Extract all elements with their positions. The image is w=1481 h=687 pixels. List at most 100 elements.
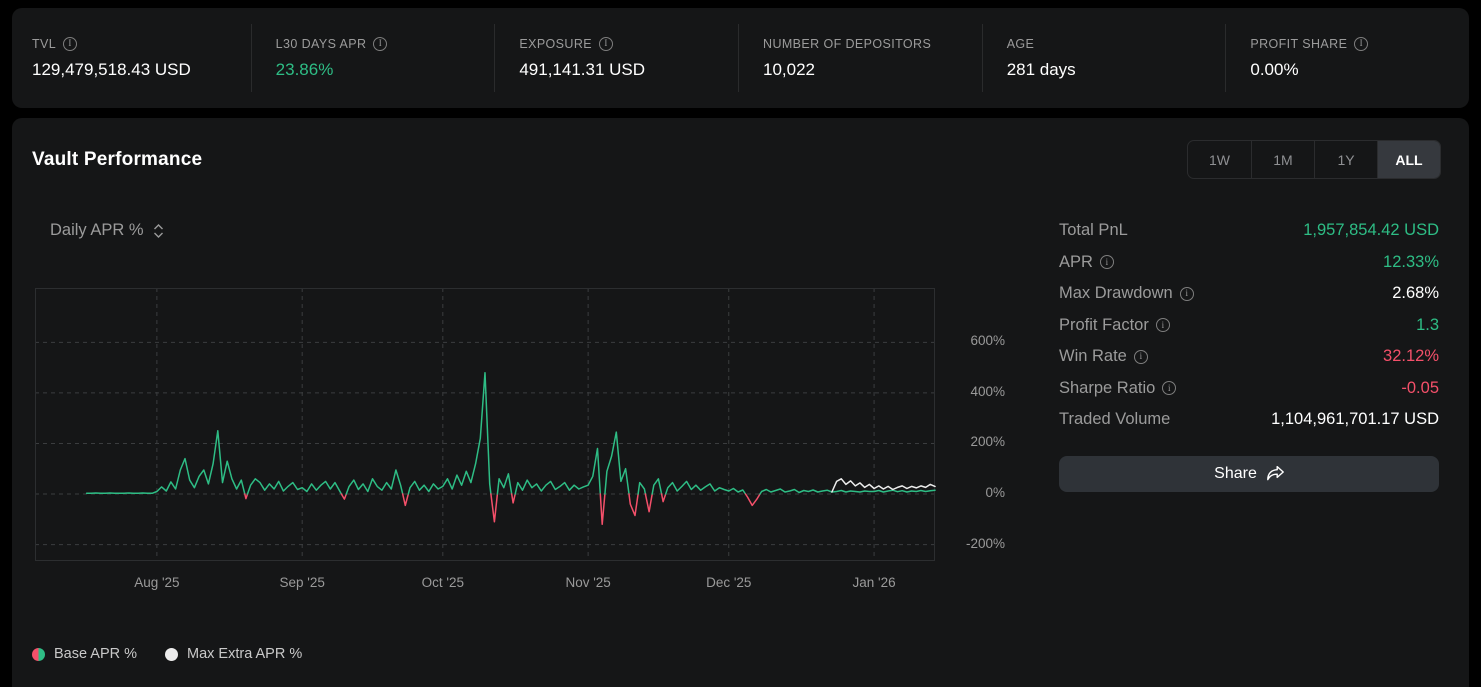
stat-row-label-wrap: Total PnL — [1059, 221, 1128, 240]
side-stats-rows: Total PnL 1,957,854.42 USD APR 12.33% Max Dr… — [1059, 215, 1439, 436]
range-button-1w[interactable]: 1W — [1188, 141, 1251, 178]
chart-wrap: 600% 400% 200% 0% -200% Aug '25 Sep '25 Oct '2… — [35, 288, 1035, 600]
vault-performance-panel: Vault Performance 1W1M1YALL Daily APR % … — [12, 118, 1469, 687]
performance-header: Vault Performance 1W1M1YALL — [32, 140, 1449, 179]
stat-label-row: L30 DAYS APR — [276, 37, 495, 51]
info-icon[interactable] — [1354, 37, 1368, 51]
legend-label: Max Extra APR % — [187, 646, 302, 662]
stat-row-label: Profit Factor — [1059, 316, 1149, 335]
info-icon[interactable] — [373, 37, 387, 51]
chart-legend: Base APR % Max Extra APR % — [32, 646, 1037, 662]
side-stats-panel: Total PnL 1,957,854.42 USD APR 12.33% Max Dr… — [1059, 215, 1449, 662]
y-tick-label: 600% — [935, 333, 1005, 348]
stat-row-traded-volume: Traded Volume 1,104,961,701.17 USD — [1059, 404, 1439, 436]
stat-number-of-depositors: NUMBER OF DEPOSITORS 10,022 — [738, 24, 982, 92]
stat-exposure: EXPOSURE 491,141.31 USD — [494, 24, 738, 92]
x-tick-label: Jan '26 — [853, 575, 896, 590]
x-tick-label: Nov '25 — [565, 575, 610, 590]
apr-chart[interactable] — [35, 288, 935, 561]
stat-value: 129,479,518.43 USD — [32, 60, 251, 80]
legend-label: Base APR % — [54, 646, 137, 662]
stat-profit-share: PROFIT SHARE 0.00% — [1225, 24, 1469, 92]
stat-row-value: 1,104,961,701.17 USD — [1271, 410, 1439, 429]
stat-row-apr: APR 12.33% — [1059, 247, 1439, 279]
range-button-all[interactable]: ALL — [1377, 141, 1440, 178]
x-tick-label: Dec '25 — [706, 575, 751, 590]
stat-row-value: 32.12% — [1383, 347, 1439, 366]
metric-selector-label: Daily APR % — [50, 221, 144, 240]
stat-row-value: 2.68% — [1392, 284, 1439, 303]
stat-row-label: APR — [1059, 253, 1093, 272]
y-tick-label: -200% — [935, 536, 1005, 551]
stat-row-label: Traded Volume — [1059, 410, 1170, 429]
stat-row-value: 1.3 — [1416, 316, 1439, 335]
chart-column: Daily APR % 600% 400% 200% 0% -200% Aug '25 S… — [32, 203, 1037, 662]
legend-item-base-apr-[interactable]: Base APR % — [32, 646, 137, 662]
info-icon[interactable] — [1100, 255, 1114, 269]
stat-row-label: Total PnL — [1059, 221, 1128, 240]
stat-row-label: Max Drawdown — [1059, 284, 1173, 303]
range-button-1m[interactable]: 1M — [1251, 141, 1314, 178]
stat-value: 23.86% — [276, 60, 495, 80]
stat-row-label-wrap: Sharpe Ratio — [1059, 379, 1176, 398]
stats-bar: TVL129,479,518.43 USDL30 DAYS APR23.86%E… — [12, 8, 1469, 108]
stat-label: NUMBER OF DEPOSITORS — [763, 37, 931, 51]
stat-label-row: AGE — [1007, 37, 1226, 51]
stat-row-label: Win Rate — [1059, 347, 1127, 366]
stat-value: 281 days — [1007, 60, 1226, 80]
x-tick-label: Oct '25 — [422, 575, 464, 590]
stat-row-total-pnl: Total PnL 1,957,854.42 USD — [1059, 215, 1439, 247]
stat-row-value: 12.33% — [1383, 253, 1439, 272]
sort-updown-icon — [153, 223, 164, 239]
x-tick-label: Aug '25 — [134, 575, 179, 590]
stat-label: TVL — [32, 37, 56, 51]
legend-item-max-extra-apr-[interactable]: Max Extra APR % — [165, 646, 302, 662]
performance-content: Daily APR % 600% 400% 200% 0% -200% Aug '25 S… — [32, 203, 1449, 662]
stat-value: 0.00% — [1250, 60, 1469, 80]
stat-row-sharpe-ratio: Sharpe Ratio -0.05 — [1059, 373, 1439, 405]
stat-row-label-wrap: Win Rate — [1059, 347, 1148, 366]
stat-label-row: PROFIT SHARE — [1250, 37, 1469, 51]
stat-age: AGE 281 days — [982, 24, 1226, 92]
stat-row-value: 1,957,854.42 USD — [1303, 221, 1439, 240]
stat-l30-days-apr: L30 DAYS APR 23.86% — [251, 24, 495, 92]
stat-row-profit-factor: Profit Factor 1.3 — [1059, 310, 1439, 342]
info-icon[interactable] — [599, 37, 613, 51]
stat-value: 491,141.31 USD — [519, 60, 738, 80]
info-icon[interactable] — [1156, 318, 1170, 332]
share-icon — [1267, 466, 1284, 481]
stat-label: PROFIT SHARE — [1250, 37, 1347, 51]
legend-dot-icon — [165, 648, 178, 661]
stat-row-label-wrap: Profit Factor — [1059, 316, 1170, 335]
stat-label-row: EXPOSURE — [519, 37, 738, 51]
stat-row-label-wrap: APR — [1059, 253, 1114, 272]
stat-tvl: TVL 129,479,518.43 USD — [12, 24, 251, 92]
stat-label: EXPOSURE — [519, 37, 592, 51]
y-tick-label: 0% — [935, 485, 1005, 500]
range-button-1y[interactable]: 1Y — [1314, 141, 1377, 178]
stat-value: 10,022 — [763, 60, 982, 80]
stat-row-label-wrap: Max Drawdown — [1059, 284, 1194, 303]
vault-performance-title: Vault Performance — [32, 149, 202, 171]
stat-label-row: NUMBER OF DEPOSITORS — [763, 37, 982, 51]
stat-label: AGE — [1007, 37, 1035, 51]
info-icon[interactable] — [1162, 381, 1176, 395]
time-range-selector: 1W1M1YALL — [1187, 140, 1441, 179]
stat-row-label: Sharpe Ratio — [1059, 379, 1155, 398]
stat-row-label-wrap: Traded Volume — [1059, 410, 1170, 429]
stat-row-win-rate: Win Rate 32.12% — [1059, 341, 1439, 373]
share-button-label: Share — [1214, 465, 1257, 483]
stat-row-max-drawdown: Max Drawdown 2.68% — [1059, 278, 1439, 310]
y-tick-label: 400% — [935, 384, 1005, 399]
metric-selector[interactable]: Daily APR % — [50, 221, 164, 240]
share-button[interactable]: Share — [1059, 456, 1439, 492]
stat-label-row: TVL — [32, 37, 251, 51]
x-tick-label: Sep '25 — [280, 575, 325, 590]
stat-row-value: -0.05 — [1401, 379, 1439, 398]
legend-dot-icon — [32, 648, 45, 661]
info-icon[interactable] — [1134, 350, 1148, 364]
info-icon[interactable] — [63, 37, 77, 51]
stat-label: L30 DAYS APR — [276, 37, 367, 51]
info-icon[interactable] — [1180, 287, 1194, 301]
y-tick-label: 200% — [935, 434, 1005, 449]
